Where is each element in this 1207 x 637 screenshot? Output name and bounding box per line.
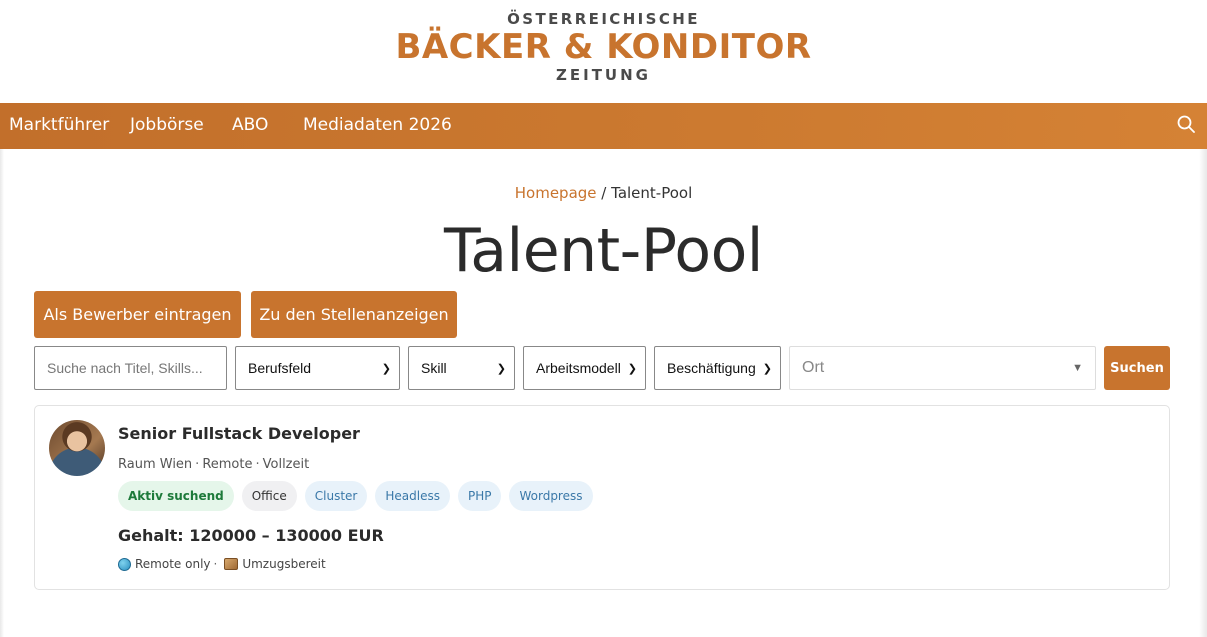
- tag-cluster: Cluster: [304, 481, 368, 511]
- skill-select[interactable]: Skill ❯: [408, 346, 515, 390]
- beschaeftigung-select[interactable]: Beschäftigung ❯: [654, 346, 781, 390]
- avatar: [49, 420, 105, 476]
- logo-line-bottom: ZEITUNG: [556, 66, 651, 84]
- search-input[interactable]: Suche nach Titel, Skills...: [34, 346, 227, 390]
- main-nav: Marktführer Jobbörse ABO Mediadaten 2026: [0, 103, 1207, 149]
- search-button[interactable]: Suchen: [1104, 346, 1170, 390]
- logo-line-main: BÄCKER & KONDITOR: [395, 27, 812, 67]
- remote-only-label: Remote only: [135, 557, 211, 571]
- arbeitsmodell-select[interactable]: Arbeitsmodell ❯: [523, 346, 646, 390]
- location-select[interactable]: Ort ▼: [789, 346, 1096, 390]
- tag-office: Office: [241, 481, 297, 511]
- talent-extras: Remote only · Umzugsbereit: [118, 557, 326, 571]
- talent-salary: Gehalt: 120000 – 130000 EUR: [118, 526, 384, 545]
- relocation-label: Umzugsbereit: [242, 557, 326, 571]
- breadcrumb: Homepage / Talent-Pool: [0, 184, 1207, 202]
- tag-headless: Headless: [375, 481, 450, 511]
- talent-meta: Raum Wien · Remote · Vollzeit: [118, 457, 310, 472]
- nav-item-mediadaten[interactable]: Mediadaten 2026: [303, 115, 452, 135]
- chevron-down-icon: ❯: [627, 362, 637, 375]
- site-logo[interactable]: ÖSTERREICHISCHE BÄCKER & KONDITOR ZEITUN…: [0, 0, 1207, 103]
- logo-line-top: ÖSTERREICHISCHE: [507, 10, 700, 28]
- arbeitsmodell-select-value: Arbeitsmodell: [536, 360, 621, 376]
- breadcrumb-home-link[interactable]: Homepage: [515, 184, 597, 202]
- chevron-down-icon: ❯: [496, 362, 506, 375]
- tag-php: PHP: [457, 481, 502, 511]
- page-title: Talent-Pool: [444, 216, 763, 286]
- globe-icon: [118, 557, 131, 571]
- skill-select-value: Skill: [421, 360, 447, 376]
- talent-employment: Vollzeit: [262, 457, 310, 472]
- search-icon[interactable]: [1176, 114, 1196, 134]
- nav-item-abo[interactable]: ABO: [232, 115, 268, 135]
- talent-tags: Aktiv suchend Office Cluster Headless PH…: [118, 481, 593, 511]
- job-listings-button[interactable]: Zu den Stellenanzeigen: [251, 291, 457, 338]
- chevron-down-icon: ❯: [381, 362, 391, 375]
- nav-item-marktfuehrer[interactable]: Marktführer: [9, 115, 109, 135]
- moving-box-icon: [224, 558, 239, 570]
- tag-wordpress: Wordpress: [509, 481, 593, 511]
- status-badge: Aktiv suchend: [118, 481, 234, 511]
- chevron-down-icon: ❯: [762, 362, 772, 375]
- breadcrumb-current: Talent-Pool: [611, 184, 693, 202]
- talent-work-model: Remote: [202, 457, 253, 472]
- berufsfeld-select-value: Berufsfeld: [248, 360, 312, 376]
- berufsfeld-select[interactable]: Berufsfeld ❯: [235, 346, 400, 390]
- dropdown-arrow-icon: ▼: [1072, 362, 1083, 374]
- nav-item-jobboerse[interactable]: Jobbörse: [130, 115, 204, 135]
- register-as-applicant-button[interactable]: Als Bewerber eintragen: [34, 291, 241, 338]
- breadcrumb-separator: /: [601, 184, 607, 202]
- location-select-placeholder: Ort: [802, 359, 825, 376]
- beschaeftigung-select-value: Beschäftigung: [667, 360, 756, 376]
- talent-title[interactable]: Senior Fullstack Developer: [118, 424, 360, 443]
- talent-location: Raum Wien: [118, 457, 193, 472]
